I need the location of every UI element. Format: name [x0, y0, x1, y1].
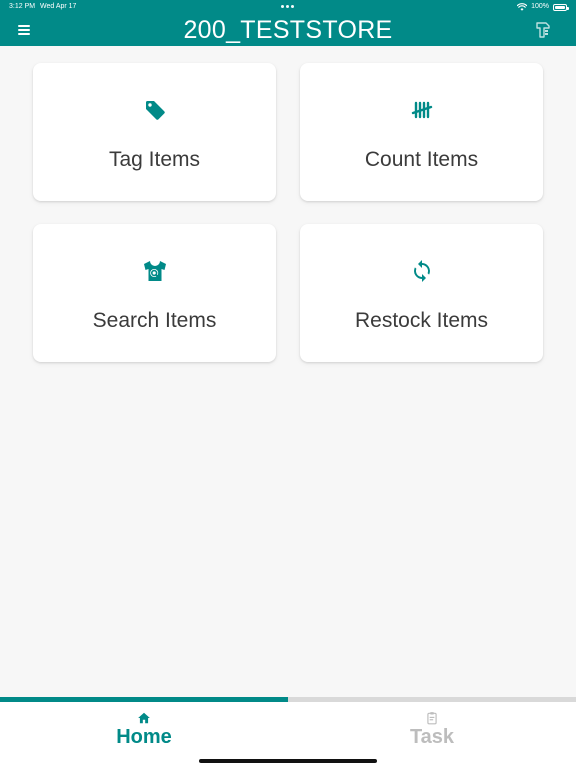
tab-task-label: Task — [409, 726, 455, 748]
tally-icon — [409, 97, 435, 123]
clipboard-icon — [425, 711, 439, 725]
status-bar: 3:12 PM Wed Apr 17 100% — [0, 0, 576, 14]
tag-items-card[interactable]: Tag Items — [33, 63, 276, 201]
refresh-icon — [409, 258, 435, 284]
scanner-icon[interactable] — [535, 21, 551, 39]
tag-items-label: Tag Items — [108, 148, 201, 171]
multitasking-dots-icon[interactable] — [281, 5, 295, 9]
tag-icon — [142, 97, 168, 123]
status-date: Wed Apr 17 — [40, 3, 77, 10]
wifi-icon — [517, 3, 528, 11]
status-time: 3:12 PM — [9, 3, 36, 10]
page-title: 200_TESTSTORE — [183, 16, 393, 44]
status-right: 100% — [517, 0, 569, 14]
count-items-label: Count Items — [364, 148, 479, 171]
app-header: 3:12 PM Wed Apr 17 100% 200_TESTSTORE — [0, 0, 576, 46]
battery-percent: 100% — [531, 3, 549, 10]
search-items-card[interactable]: Search Items — [33, 224, 276, 362]
shirt-search-icon — [142, 258, 168, 284]
search-items-label: Search Items — [92, 309, 217, 332]
menu-icon[interactable] — [18, 25, 30, 35]
restock-items-card[interactable]: Restock Items — [300, 224, 543, 362]
count-items-card[interactable]: Count Items — [300, 63, 543, 201]
restock-items-label: Restock Items — [354, 309, 489, 332]
battery-icon — [553, 4, 569, 11]
home-icon — [137, 711, 151, 725]
feature-grid: Tag Items Count Items Search Items Resto… — [33, 63, 543, 363]
app-bar: 200_TESTSTORE — [0, 14, 576, 46]
home-indicator — [199, 759, 377, 763]
tab-home-label: Home — [116, 726, 172, 748]
